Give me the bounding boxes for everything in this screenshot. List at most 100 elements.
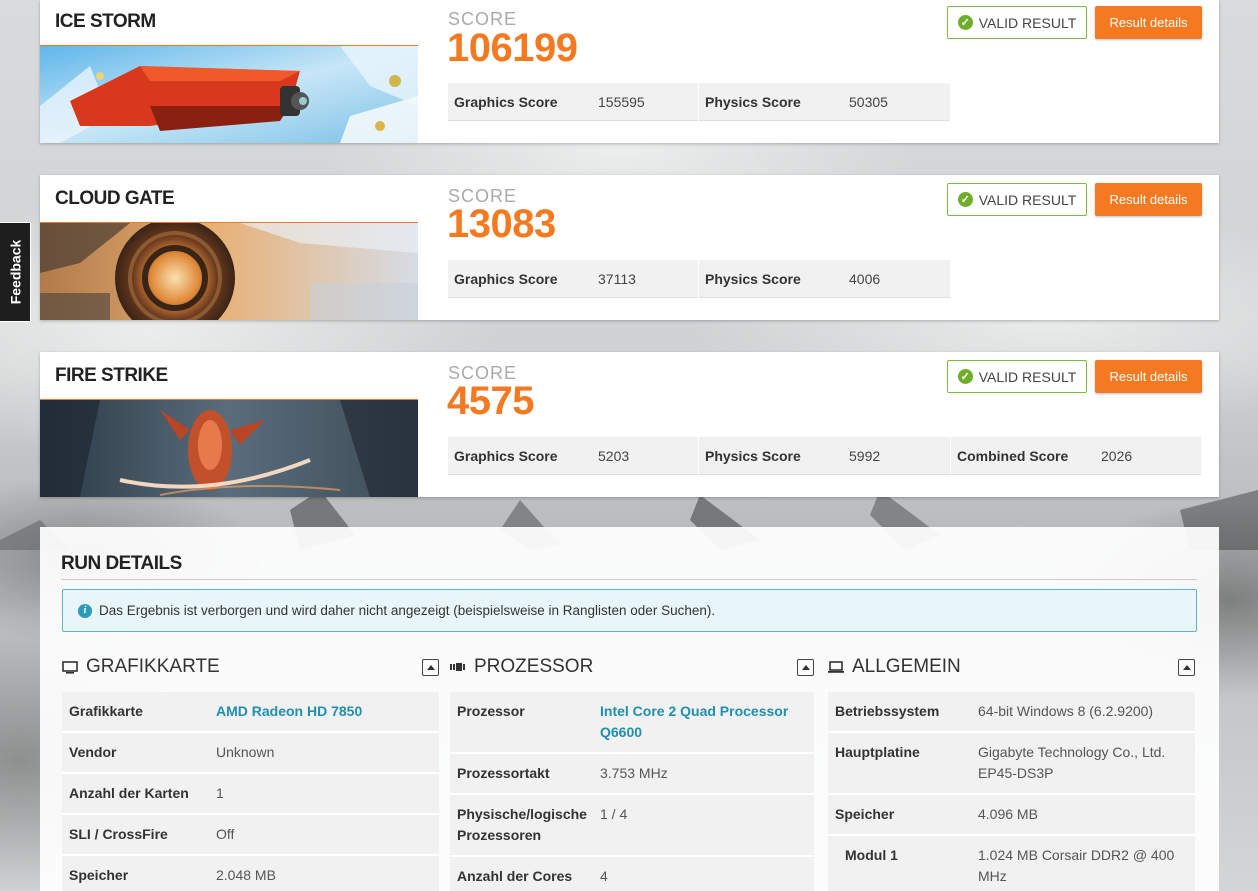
row-value: Unknown — [216, 744, 275, 760]
run-details-divider — [61, 579, 1197, 580]
valid-result-badge[interactable]: ✓ VALID RESULT — [947, 183, 1087, 216]
subscore-physics: Physics Score 5992 — [699, 437, 950, 475]
subscore-value: 2026 — [1101, 447, 1133, 464]
subscore-value: 37113 — [598, 270, 636, 287]
row-key: Physische/logische Prozessoren — [457, 806, 587, 843]
details-list: Prozessor Intel Core 2 Quad Processor Q66… — [450, 692, 814, 891]
details-list: Grafikkarte AMD Radeon HD 7850 Vendor Unkn… — [62, 692, 439, 891]
info-icon: i — [78, 603, 92, 618]
row-value: 1.024 MB Corsair DDR2 @ 400 MHz — [978, 847, 1175, 884]
row-key: SLI / CrossFire — [69, 826, 168, 842]
benchmark-title: FIRE STRIKE — [55, 365, 168, 386]
result-details-button[interactable]: Result details — [1095, 183, 1202, 216]
row-key: Anzahl der Cores — [457, 868, 573, 884]
list-item: Betriebssystem 64-bit Windows 8 (6.2.9200… — [828, 692, 1195, 733]
row-value: 2.048 MB — [216, 867, 276, 883]
benchmark-card-fire-strike: FIRE STRIKE SCORE 4575 Graphics Score 52… — [40, 352, 1219, 497]
subscore-name: Physics Score — [705, 93, 801, 110]
fire-strike-artwork — [40, 400, 418, 497]
section-header: GRAFIKKARTE — [62, 652, 439, 682]
result-details-button[interactable]: Result details — [1095, 6, 1202, 39]
card-header-block: CLOUD GATE — [40, 175, 418, 320]
row-key: Modul 1 — [845, 847, 898, 863]
list-item: SLI / CrossFire Off — [62, 815, 439, 856]
result-details-button[interactable]: Result details — [1095, 360, 1202, 393]
subscore-name: Graphics Score — [454, 447, 558, 464]
check-icon: ✓ — [957, 15, 973, 30]
check-icon: ✓ — [957, 369, 973, 384]
subscore-name: Graphics Score — [454, 270, 558, 287]
subscore-value: 50305 — [849, 93, 888, 110]
section-header: PROZESSOR — [450, 652, 814, 682]
section-title: PROZESSOR — [474, 656, 594, 677]
valid-result-badge[interactable]: ✓ VALID RESULT — [947, 6, 1087, 39]
row-value: 1 / 4 — [600, 806, 628, 822]
subscore-physics: Physics Score 50305 — [699, 83, 950, 121]
valid-result-badge[interactable]: ✓ VALID RESULT — [947, 360, 1087, 393]
row-value: 1 — [216, 785, 224, 801]
benchmark-title: ICE STORM — [55, 11, 156, 32]
section-title: ALLGEMEIN — [852, 656, 961, 677]
cpu-link[interactable]: Intel Core 2 Quad Processor Q6600 — [600, 701, 807, 743]
row-key: Anzahl der Karten — [69, 785, 189, 801]
list-item: Prozessortakt 3.753 MHz — [450, 754, 814, 795]
list-item: Vendor Unknown — [62, 733, 439, 774]
row-value: Off — [216, 826, 235, 842]
row-key: Hauptplatine — [835, 744, 920, 760]
ice-storm-artwork — [40, 46, 418, 143]
notice-text: Das Ergebnis ist verborgen und wird dahe… — [99, 603, 716, 618]
section-prozessor: PROZESSOR Prozessor Intel Core 2 Quad Pro… — [450, 652, 814, 891]
subscore-physics: Physics Score 4006 — [699, 260, 950, 298]
subscore-graphics: Graphics Score 5203 — [448, 437, 698, 475]
subscore-graphics: Graphics Score 37113 — [448, 260, 698, 298]
row-key: Speicher — [69, 867, 129, 883]
list-item: Hauptplatine Gigabyte Technology Co., Ltd… — [828, 733, 1195, 795]
feedback-tab[interactable]: Feedback — [0, 222, 31, 322]
list-item: Physische/logische Prozessoren 1 / 4 — [450, 795, 814, 857]
row-value: Gigabyte Technology Co., Ltd. EP45-DS3P — [978, 744, 1166, 781]
benchmark-title: CLOUD GATE — [55, 188, 175, 209]
run-details-title: RUN DETAILS — [61, 553, 182, 574]
subscore-name: Physics Score — [705, 270, 801, 287]
list-item: Prozessor Intel Core 2 Quad Processor Q66… — [450, 692, 814, 754]
collapse-button[interactable] — [797, 659, 814, 676]
subscore-value: 5992 — [849, 447, 881, 464]
section-allgemein: ALLGEMEIN Betriebssystem 64-bit Windows 8… — [828, 652, 1195, 891]
section-title: GRAFIKKARTE — [86, 656, 220, 677]
valid-result-label: VALID RESULT — [978, 14, 1077, 31]
check-icon: ✓ — [957, 192, 973, 207]
subscore-combined: Combined Score 2026 — [951, 437, 1201, 475]
row-key: Vendor — [69, 744, 117, 760]
list-item: Anzahl der Karten 1 — [62, 774, 439, 815]
collapse-button[interactable] — [1178, 659, 1195, 676]
card-header-block: FIRE STRIKE — [40, 352, 418, 497]
overall-score: 13083 — [447, 202, 556, 246]
overall-score: 4575 — [447, 379, 534, 423]
gpu-link[interactable]: AMD Radeon HD 7850 — [216, 701, 362, 722]
subscore-name: Graphics Score — [454, 93, 558, 110]
row-key: Speicher — [835, 806, 895, 822]
subscore-name: Physics Score — [705, 447, 801, 464]
section-header: ALLGEMEIN — [828, 652, 1195, 682]
row-value: 4.096 MB — [978, 806, 1038, 822]
list-item: Modul 1 1.024 MB Corsair DDR2 @ 400 MHz — [828, 836, 1195, 891]
section-grafikkarte: GRAFIKKARTE Grafikkarte AMD Radeon HD 785… — [62, 652, 439, 891]
row-key: Prozessor — [457, 703, 525, 719]
row-value: 4 — [600, 868, 608, 884]
subscore-name: Combined Score — [957, 447, 1069, 464]
hidden-result-notice: i Das Ergebnis ist verborgen und wird da… — [62, 589, 1197, 632]
benchmark-card-ice-storm: ICE STORM SCORE 106199 Graphics Score 15… — [40, 0, 1219, 143]
overall-score: 106199 — [447, 26, 578, 70]
row-key: Grafikkarte — [69, 703, 143, 719]
details-list: Betriebssystem 64-bit Windows 8 (6.2.9200… — [828, 692, 1195, 891]
row-value: 64-bit Windows 8 (6.2.9200) — [978, 703, 1154, 719]
row-value: 3.753 MHz — [600, 765, 668, 781]
list-item: Speicher 4.096 MB — [828, 795, 1195, 836]
subscore-value: 5203 — [598, 447, 630, 464]
list-item: Anzahl der Cores 4 — [450, 857, 814, 891]
monitor-icon — [62, 660, 78, 674]
list-item: Speicher 2.048 MB — [62, 856, 439, 891]
subscore-graphics: Graphics Score 155595 — [448, 83, 698, 121]
collapse-button[interactable] — [422, 659, 439, 676]
run-details-panel: RUN DETAILS i Das Ergebnis ist verborgen… — [40, 527, 1219, 891]
